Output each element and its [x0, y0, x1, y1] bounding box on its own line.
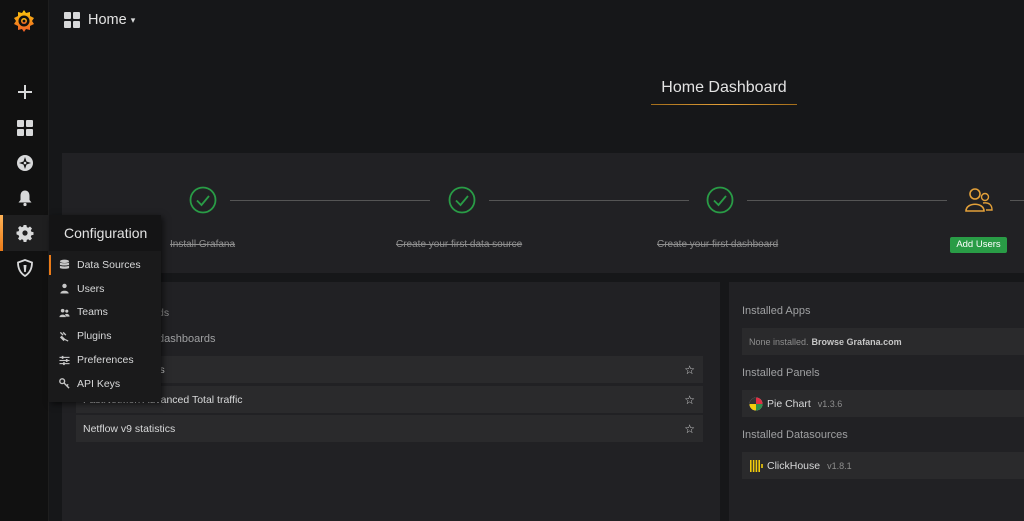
- flyout-item-teams[interactable]: Teams: [49, 301, 161, 325]
- pie-chart-plugin-icon: [749, 397, 763, 410]
- sidebar-item-create[interactable]: [0, 75, 49, 109]
- dashboards-grid-icon: [64, 12, 80, 28]
- flyout-item-api-keys[interactable]: API Keys: [49, 372, 161, 396]
- users-icon: [58, 306, 70, 318]
- flyout-item-label: Preferences: [77, 354, 134, 367]
- none-installed-text: None installed.: [749, 336, 809, 347]
- step-label-install-grafana[interactable]: Install Grafana: [170, 239, 235, 250]
- star-icon[interactable]: ☆: [684, 363, 695, 377]
- star-icon[interactable]: ☆: [684, 422, 695, 436]
- dashboard-row[interactable]: Netflow v9 statistics ☆: [76, 415, 703, 442]
- sidebar-item-dashboards[interactable]: [0, 111, 49, 145]
- page-title: Home Dashboard: [661, 79, 787, 96]
- plugin-name: Pie Chart: [767, 397, 811, 410]
- flyout-item-data-sources[interactable]: Data Sources: [49, 253, 161, 277]
- clickhouse-plugin-icon: [750, 459, 763, 472]
- installed-datasources-heading: Installed Datasources: [742, 429, 848, 441]
- bell-icon: [18, 190, 31, 207]
- plugin-version: v1.3.6: [817, 398, 843, 409]
- flyout-item-label: Data Sources: [77, 258, 141, 271]
- flyout-item-label: Users: [77, 282, 105, 295]
- sidebar-item-server-admin[interactable]: [0, 251, 49, 285]
- sidebar-item-explore[interactable]: [0, 146, 49, 180]
- flyout-item-users[interactable]: Users: [49, 277, 161, 301]
- plus-icon: [17, 85, 32, 99]
- database-icon: [58, 259, 70, 271]
- user-icon: [58, 283, 70, 295]
- sidebar-item-alerting[interactable]: [0, 181, 49, 215]
- key-icon: [58, 378, 70, 390]
- gear-icon: [16, 225, 33, 242]
- flyout-list: Data Sources Users Teams Plugins Prefere…: [49, 251, 161, 402]
- dashboard-row[interactable]: FastNetMon Advanced Total traffic ☆: [76, 386, 703, 413]
- flyout-item-label: Plugins: [77, 330, 112, 343]
- recent-dashboards-heading: dashboards: [158, 333, 216, 345]
- star-icon[interactable]: ☆: [684, 393, 695, 407]
- shield-icon: [16, 259, 33, 277]
- dashboard-row[interactable]: tics ☆: [76, 356, 703, 383]
- sidebar: [0, 0, 49, 521]
- compass-icon: [16, 155, 33, 171]
- installed-apps-empty-row: None installed. Browse Grafana.com: [742, 328, 1024, 355]
- installed-apps-heading: Installed Apps: [742, 305, 811, 317]
- check-circle-icon: [706, 186, 734, 214]
- step-label-create-dashboard[interactable]: Create your first dashboard: [657, 239, 778, 250]
- installed-panels-heading: Installed Panels: [742, 367, 820, 379]
- caret-down-icon: ▾: [130, 14, 136, 25]
- plugin-version: v1.8.1: [827, 460, 852, 471]
- progress-line: [747, 200, 947, 201]
- flyout-item-label: API Keys: [77, 377, 121, 390]
- sidebar-item-configuration[interactable]: [0, 215, 49, 251]
- grafana-logo-icon[interactable]: [11, 8, 37, 34]
- progress-line: [1010, 200, 1024, 201]
- flyout-item-label: Teams: [77, 306, 108, 319]
- plugin-name: ClickHouse: [767, 459, 821, 472]
- plugin-row-clickhouse[interactable]: ClickHouse v1.8.1: [742, 452, 1024, 479]
- check-circle-icon: [448, 186, 476, 214]
- plugin-row-pie-chart[interactable]: Pie Chart v1.3.6: [742, 390, 1024, 417]
- browse-grafana-link[interactable]: Browse Grafana.com: [812, 337, 902, 347]
- add-users-button[interactable]: Add Users: [950, 237, 1007, 253]
- progress-line: [230, 200, 430, 201]
- dashboard-row-title: Netflow v9 statistics: [83, 422, 176, 435]
- flyout-item-plugins[interactable]: Plugins: [49, 324, 161, 348]
- plug-icon: [58, 330, 70, 342]
- title-underline: [651, 104, 797, 105]
- progress-line: [489, 200, 689, 201]
- dashboard-title: Home: [88, 12, 127, 28]
- flyout-item-preferences[interactable]: Preferences: [49, 348, 161, 372]
- check-circle-icon: [189, 186, 217, 214]
- dashboards-grid-icon: [16, 120, 33, 136]
- step-label-create-data-source[interactable]: Create your first data source: [396, 239, 522, 250]
- sliders-icon: [58, 354, 70, 366]
- dashboard-picker[interactable]: Home ▾: [64, 12, 135, 28]
- flyout-title: Configuration: [49, 215, 161, 251]
- configuration-flyout-menu: Configuration Data Sources Users Teams P…: [49, 215, 161, 402]
- add-users-icon: [965, 188, 993, 212]
